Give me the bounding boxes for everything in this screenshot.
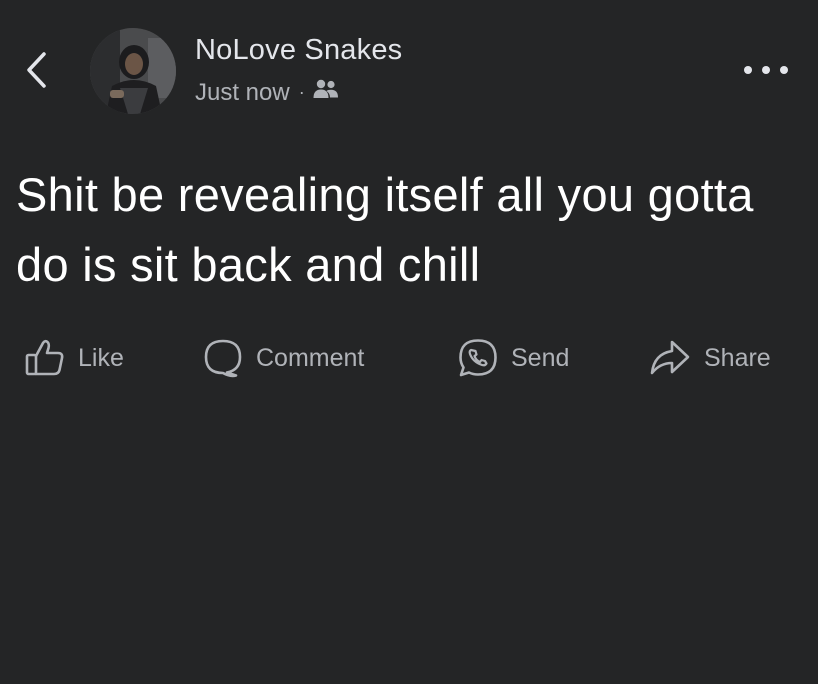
post-screen: NoLove Snakes Just now · Shit be reveali…	[0, 0, 818, 684]
chevron-left-icon	[27, 52, 46, 88]
share-label: Share	[704, 343, 771, 372]
friends-icon[interactable]	[313, 78, 339, 107]
post-meta: Just now ·	[195, 78, 339, 107]
send-label: Send	[511, 343, 570, 372]
like-label: Like	[78, 343, 124, 372]
comment-label: Comment	[256, 343, 365, 372]
more-options-button[interactable]	[744, 56, 788, 84]
send-button[interactable]: Send	[457, 330, 569, 386]
more-options-icon	[744, 66, 752, 74]
share-button[interactable]: Share	[648, 330, 771, 386]
avatar-photo	[90, 28, 176, 114]
more-dot	[762, 66, 770, 74]
post-text: Shit be revealing itself all you gotta d…	[16, 168, 754, 291]
like-button[interactable]: Like	[24, 330, 124, 386]
thumbs-up-icon	[24, 337, 66, 379]
share-arrow-icon	[648, 337, 692, 379]
messenger-icon	[457, 337, 499, 379]
comment-icon	[202, 337, 244, 379]
post-actions-bar: Like Comment Send Share	[0, 330, 818, 386]
meta-separator: ·	[298, 82, 305, 102]
author-name[interactable]: NoLove Snakes	[195, 34, 402, 67]
back-button[interactable]	[22, 48, 52, 92]
post-timestamp[interactable]: Just now	[195, 79, 290, 107]
more-dot	[780, 66, 788, 74]
comment-button[interactable]: Comment	[202, 330, 364, 386]
avatar[interactable]	[90, 28, 176, 114]
